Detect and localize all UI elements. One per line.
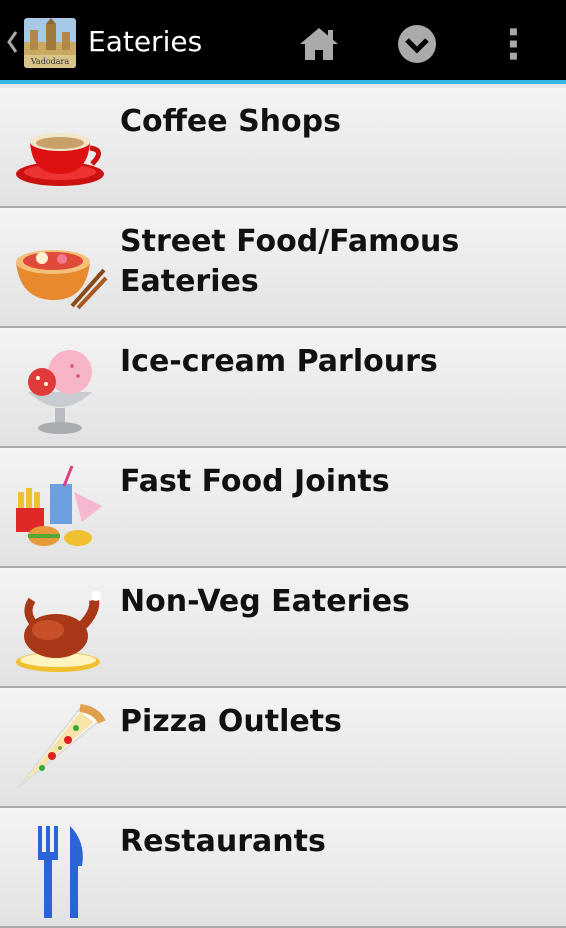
page-title: Eateries [88, 25, 203, 58]
eateries-list: Coffee Shops Street Food/Famous Eateries… [0, 88, 566, 928]
fast-food-icon [16, 465, 102, 546]
home-icon[interactable] [296, 22, 342, 66]
app-icon[interactable]: Vadodara [24, 18, 76, 68]
list-item-restaurants[interactable]: Restaurants [0, 808, 566, 928]
up-caret-icon[interactable] [5, 28, 19, 56]
list-item-non-veg[interactable]: Non-Veg Eateries [0, 568, 566, 688]
ice-cream-icon [28, 350, 92, 434]
list-item-fast-food[interactable]: Fast Food Joints [0, 448, 566, 568]
list-item-label: Coffee Shops [120, 104, 341, 139]
list-item-label: Pizza Outlets [120, 704, 342, 739]
list-item-pizza[interactable]: Pizza Outlets [0, 688, 566, 808]
roast-chicken-icon [16, 591, 101, 672]
list-item-street-food[interactable]: Street Food/Famous Eateries [0, 208, 566, 328]
list-item-label: Ice-cream Parlours [120, 344, 438, 379]
coffee-cup-icon [16, 133, 104, 186]
overflow-menu-icon[interactable] [496, 22, 536, 66]
fork-knife-icon [38, 826, 83, 918]
list-item-label: Non-Veg Eateries [120, 584, 410, 619]
list-item-label: Street Food/Famous Eateries [120, 224, 460, 299]
action-bar: Vadodara Eateries [0, 0, 566, 84]
noodle-bowl-icon [16, 250, 108, 310]
check-circle-icon[interactable] [394, 22, 440, 66]
list-item-label: Fast Food Joints [120, 464, 390, 499]
list-item-label: Restaurants [120, 824, 326, 859]
pizza-slice-icon [17, 704, 106, 789]
list-item-coffee-shops[interactable]: Coffee Shops [0, 88, 566, 208]
list-item-ice-cream[interactable]: Ice-cream Parlours [0, 328, 566, 448]
app-icon-caption: Vadodara [24, 55, 76, 68]
